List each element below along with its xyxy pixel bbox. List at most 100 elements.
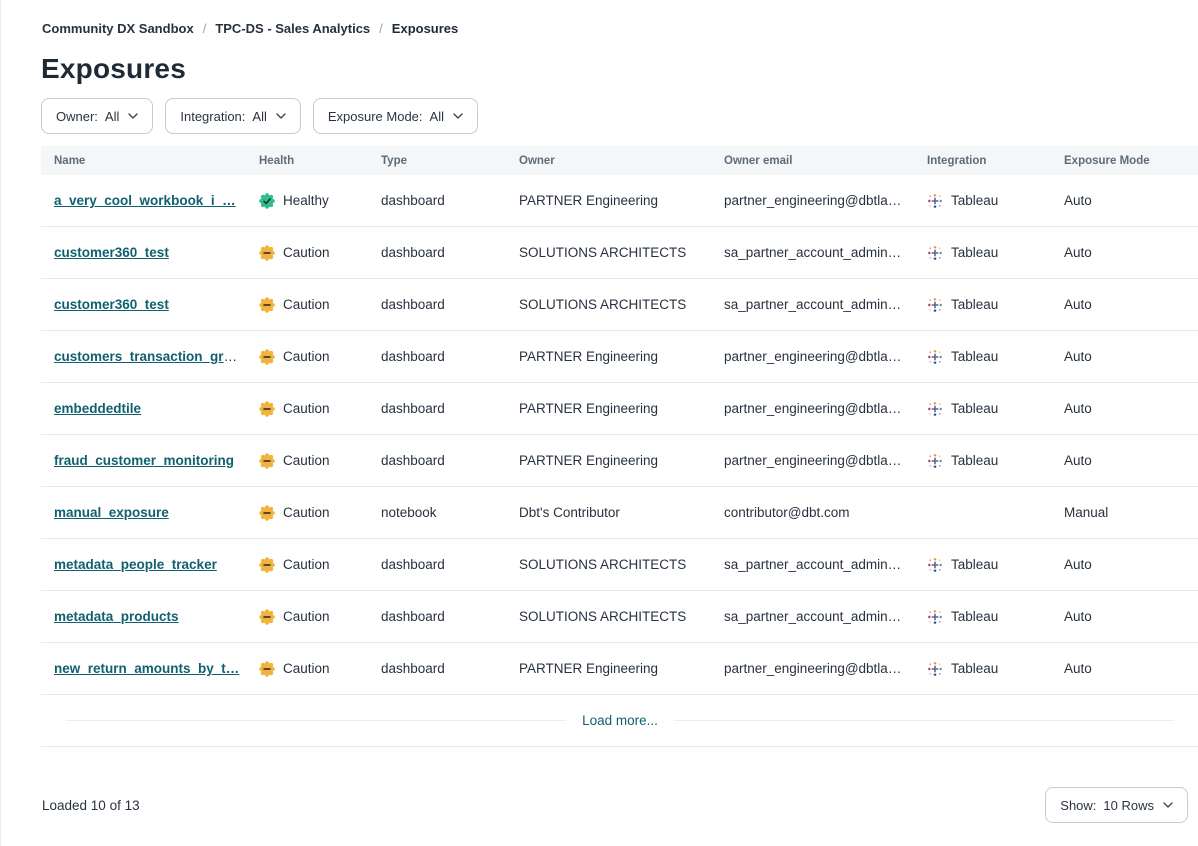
type-cell: dashboard bbox=[381, 661, 519, 676]
exposure-name-link[interactable]: customers_transaction_gro… bbox=[54, 349, 245, 364]
health-label: Caution bbox=[283, 661, 330, 676]
health-cell: Caution bbox=[259, 609, 381, 625]
owner-cell: PARTNER Engineering bbox=[519, 453, 724, 468]
tableau-icon bbox=[927, 349, 943, 365]
type-cell: dashboard bbox=[381, 401, 519, 416]
owner-email-cell: partner_engineering@dbtla… bbox=[724, 193, 927, 208]
type-cell: dashboard bbox=[381, 193, 519, 208]
exposure-mode-cell: Auto bbox=[1064, 297, 1198, 312]
exposure-name-link[interactable]: manual_exposure bbox=[54, 505, 169, 520]
owner-cell: SOLUTIONS ARCHITECTS bbox=[519, 297, 724, 312]
filter-label: Exposure Mode: bbox=[328, 109, 423, 124]
filter-value: All bbox=[105, 109, 119, 124]
show-label: Show: bbox=[1060, 798, 1096, 813]
table-row: embeddedtile Caution dashboard bbox=[41, 383, 1198, 435]
health-cell: Caution bbox=[259, 349, 381, 365]
page-title: Exposures bbox=[1, 36, 1198, 85]
exposure-name-link[interactable]: a_very_cool_workbook_i_… bbox=[54, 193, 236, 208]
name-cell: customer360_test bbox=[54, 245, 259, 260]
integration-label: Tableau bbox=[951, 609, 998, 624]
chevron-down-icon bbox=[128, 113, 138, 119]
breadcrumb-current: Exposures bbox=[392, 21, 458, 36]
name-cell: fraud_customer_monitoring bbox=[54, 453, 259, 468]
exposure-name-link[interactable]: metadata_products bbox=[54, 609, 179, 624]
exposure-mode-cell: Auto bbox=[1064, 453, 1198, 468]
tableau-icon bbox=[927, 557, 943, 573]
table-row: fraud_customer_monitoring Caution bbox=[41, 435, 1198, 487]
type-cell: dashboard bbox=[381, 557, 519, 572]
breadcrumb-separator: / bbox=[379, 21, 383, 36]
exposure-mode-cell: Auto bbox=[1064, 661, 1198, 676]
exposure-mode-cell: Auto bbox=[1064, 609, 1198, 624]
exposure-mode-filter-dropdown[interactable]: Exposure Mode: All bbox=[313, 98, 478, 134]
health-label: Caution bbox=[283, 297, 330, 312]
column-header-owner-email: Owner email bbox=[724, 155, 927, 167]
loaded-count-text: Loaded 10 of 13 bbox=[42, 798, 140, 813]
owner-email-cell: sa_partner_account_admin… bbox=[724, 609, 927, 624]
name-cell: customers_transaction_gro… bbox=[54, 349, 259, 364]
integration-cell: Tableau bbox=[927, 609, 1064, 625]
integration-cell: Tableau bbox=[927, 401, 1064, 417]
exposures-page: Community DX Sandbox / TPC-DS - Sales An… bbox=[0, 0, 1198, 846]
filter-value: All bbox=[430, 109, 444, 124]
exposure-name-link[interactable]: new_return_amounts_by_t… bbox=[54, 661, 239, 676]
owner-cell: PARTNER Engineering bbox=[519, 401, 724, 416]
exposure-name-link[interactable]: customer360_test bbox=[54, 245, 169, 260]
owner-email-cell: sa_partner_account_admin… bbox=[724, 245, 927, 260]
tableau-icon bbox=[927, 609, 943, 625]
table-body: a_very_cool_workbook_i_… Healthy d bbox=[41, 175, 1198, 695]
health-cell: Caution bbox=[259, 661, 381, 677]
integration-cell: Tableau bbox=[927, 557, 1064, 573]
breadcrumb: Community DX Sandbox / TPC-DS - Sales An… bbox=[1, 0, 1198, 36]
type-cell: notebook bbox=[381, 505, 519, 520]
exposure-name-link[interactable]: metadata_people_tracker bbox=[54, 557, 217, 572]
breadcrumb-environment-link[interactable]: TPC-DS - Sales Analytics bbox=[215, 21, 370, 36]
integration-label: Tableau bbox=[951, 349, 998, 364]
tableau-icon bbox=[927, 193, 943, 209]
exposures-table: Name Health Type Owner Owner email Integ… bbox=[41, 146, 1198, 747]
table-row: metadata_people_tracker Caution da bbox=[41, 539, 1198, 591]
type-cell: dashboard bbox=[381, 245, 519, 260]
column-header-owner: Owner bbox=[519, 155, 724, 167]
breadcrumb-project-link[interactable]: Community DX Sandbox bbox=[42, 21, 194, 36]
column-header-type: Type bbox=[381, 155, 519, 167]
owner-filter-dropdown[interactable]: Owner: All bbox=[41, 98, 153, 134]
integration-cell: Tableau bbox=[927, 297, 1064, 313]
rows-per-page-dropdown[interactable]: Show: 10 Rows bbox=[1045, 787, 1188, 823]
tableau-icon bbox=[927, 453, 943, 469]
integration-label: Tableau bbox=[951, 557, 998, 572]
chevron-down-icon bbox=[1163, 802, 1173, 808]
filter-label: Owner: bbox=[56, 109, 98, 124]
owner-cell: SOLUTIONS ARCHITECTS bbox=[519, 557, 724, 572]
health-label: Caution bbox=[283, 401, 330, 416]
name-cell: manual_exposure bbox=[54, 505, 259, 520]
filter-bar: Owner: All Integration: All Exposure Mod… bbox=[1, 85, 1198, 134]
owner-cell: PARTNER Engineering bbox=[519, 193, 724, 208]
exposure-name-link[interactable]: customer360_test bbox=[54, 297, 169, 312]
owner-cell: PARTNER Engineering bbox=[519, 661, 724, 676]
integration-filter-dropdown[interactable]: Integration: All bbox=[165, 98, 301, 134]
name-cell: metadata_people_tracker bbox=[54, 557, 259, 572]
table-row: customers_transaction_gro… Caution bbox=[41, 331, 1198, 383]
health-label: Caution bbox=[283, 453, 330, 468]
exposure-name-link[interactable]: embeddedtile bbox=[54, 401, 141, 416]
filter-value: All bbox=[252, 109, 266, 124]
health-badge-icon bbox=[259, 661, 275, 677]
owner-email-cell: partner_engineering@dbtla… bbox=[724, 401, 927, 416]
health-cell: Healthy bbox=[259, 193, 381, 209]
owner-cell: PARTNER Engineering bbox=[519, 349, 724, 364]
owner-cell: Dbt's Contributor bbox=[519, 505, 724, 520]
name-cell: customer360_test bbox=[54, 297, 259, 312]
health-cell: Caution bbox=[259, 245, 381, 261]
integration-label: Tableau bbox=[951, 401, 998, 416]
table-row: manual_exposure Caution notebook bbox=[41, 487, 1198, 539]
column-header-name: Name bbox=[54, 155, 259, 167]
owner-email-cell: partner_engineering@dbtla… bbox=[724, 453, 927, 468]
name-cell: embeddedtile bbox=[54, 401, 259, 416]
show-value: 10 Rows bbox=[1103, 798, 1154, 813]
type-cell: dashboard bbox=[381, 349, 519, 364]
name-cell: new_return_amounts_by_t… bbox=[54, 661, 259, 676]
load-more-link[interactable]: Load more... bbox=[582, 713, 658, 728]
name-cell: a_very_cool_workbook_i_… bbox=[54, 193, 259, 208]
exposure-name-link[interactable]: fraud_customer_monitoring bbox=[54, 453, 234, 468]
